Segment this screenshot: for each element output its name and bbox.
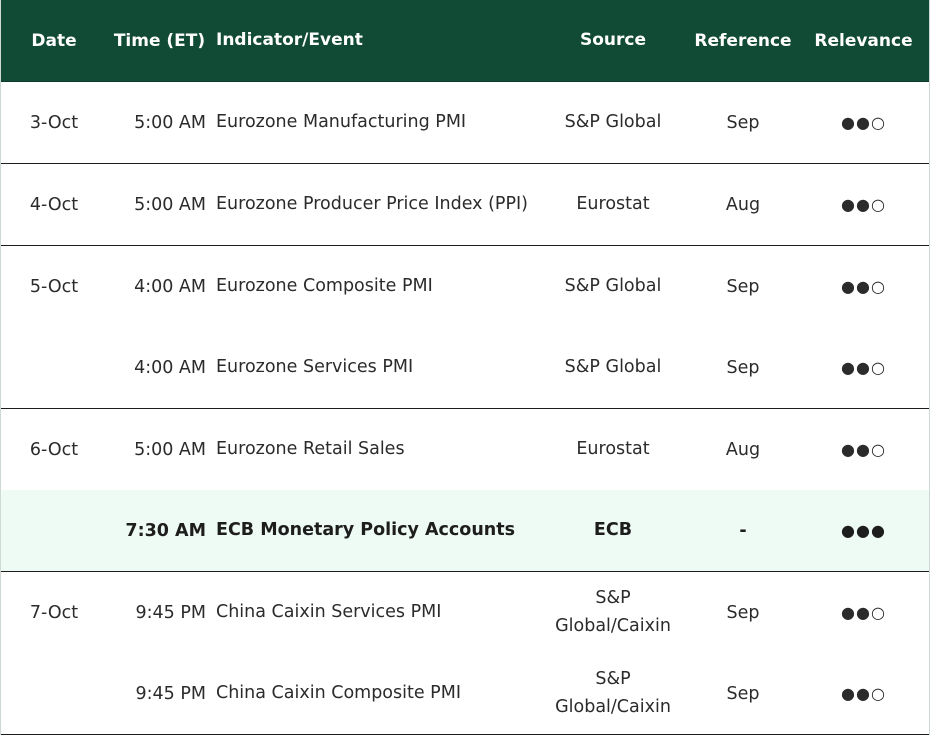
header-indicator: Indicator/Event	[216, 30, 363, 51]
source-cell: S&P Global/Caixin	[555, 669, 671, 717]
header-reference: Reference	[694, 30, 792, 51]
reference-cell: Sep	[726, 112, 760, 133]
indicator-cell: Eurozone Manufacturing PMI	[216, 111, 467, 132]
date-cell: 4-Oct	[29, 194, 79, 215]
relevance-dots-icon: ●●○	[841, 277, 886, 296]
source-cell: ECB	[593, 519, 633, 540]
table-row: 9:45 PM China Caixin Composite PMI S&P G…	[1, 653, 929, 735]
table-row: 7-Oct 9:45 PM China Caixin Services PMI …	[1, 572, 929, 653]
reference-cell: Sep	[726, 276, 760, 297]
date-cell: 5-Oct	[29, 276, 79, 297]
relevance-dots-icon: ●●○	[841, 684, 886, 703]
time-cell: 9:45 PM	[135, 683, 206, 704]
time-cell: 7:30 AM	[125, 520, 206, 541]
indicator-cell: ECB Monetary Policy Accounts	[216, 519, 516, 540]
header-source: Source	[579, 30, 647, 51]
indicator-cell: China Caixin Composite PMI	[216, 682, 461, 703]
time-cell: 5:00 AM	[134, 439, 206, 460]
relevance-dots-icon: ●●○	[841, 195, 886, 214]
indicator-cell: China Caixin Services PMI	[216, 601, 442, 622]
indicator-cell: Eurozone Producer Price Index (PPI)	[216, 193, 529, 214]
indicator-cell: Eurozone Retail Sales	[216, 438, 405, 459]
time-cell: 4:00 AM	[134, 357, 206, 378]
relevance-dots-icon: ●●○	[841, 603, 886, 622]
header-date: Date	[31, 30, 77, 51]
reference-cell: Sep	[726, 602, 760, 623]
table-row-highlighted: 7:30 AM ECB Monetary Policy Accounts ECB…	[1, 490, 929, 572]
date-cell: 7-Oct	[29, 602, 79, 623]
reference-cell: Sep	[726, 357, 760, 378]
table-row: 3-Oct 5:00 AM Eurozone Manufacturing PMI…	[1, 82, 929, 164]
header-time: Time (ET)	[113, 30, 206, 51]
relevance-dots-icon: ●●●	[841, 521, 886, 540]
table-row: 4-Oct 5:00 AM Eurozone Producer Price In…	[1, 164, 929, 246]
table-row: 6-Oct 5:00 AM Eurozone Retail Sales Euro…	[1, 409, 929, 490]
reference-cell: Sep	[726, 683, 760, 704]
time-cell: 5:00 AM	[134, 194, 206, 215]
reference-cell: -	[739, 520, 747, 541]
table-row: 5-Oct 4:00 AM Eurozone Composite PMI S&P…	[1, 246, 929, 327]
indicator-cell: Eurozone Composite PMI	[216, 275, 433, 296]
source-cell: Eurostat	[576, 193, 650, 214]
source-cell: S&P Global	[564, 275, 662, 296]
date-cell: 6-Oct	[29, 439, 79, 460]
date-cell: 3-Oct	[29, 112, 79, 133]
time-cell: 4:00 AM	[134, 276, 206, 297]
time-cell: 9:45 PM	[135, 602, 206, 623]
source-cell: Eurostat	[576, 438, 650, 459]
economic-calendar-table: Date Time (ET) Indicator/Event Source Re…	[0, 0, 930, 735]
time-cell: 5:00 AM	[134, 112, 206, 133]
table-header: Date Time (ET) Indicator/Event Source Re…	[1, 0, 929, 82]
relevance-dots-icon: ●●○	[841, 113, 886, 132]
reference-cell: Aug	[725, 439, 761, 460]
source-cell: S&P Global	[564, 356, 662, 377]
reference-cell: Aug	[725, 194, 761, 215]
source-cell: S&P Global/Caixin	[555, 588, 671, 636]
header-relevance: Relevance	[814, 30, 913, 51]
relevance-dots-icon: ●●○	[841, 440, 886, 459]
indicator-cell: Eurozone Services PMI	[216, 356, 414, 377]
relevance-dots-icon: ●●○	[841, 358, 886, 377]
table-row: 4:00 AM Eurozone Services PMI S&P Global…	[1, 327, 929, 409]
source-cell: S&P Global	[564, 111, 662, 132]
